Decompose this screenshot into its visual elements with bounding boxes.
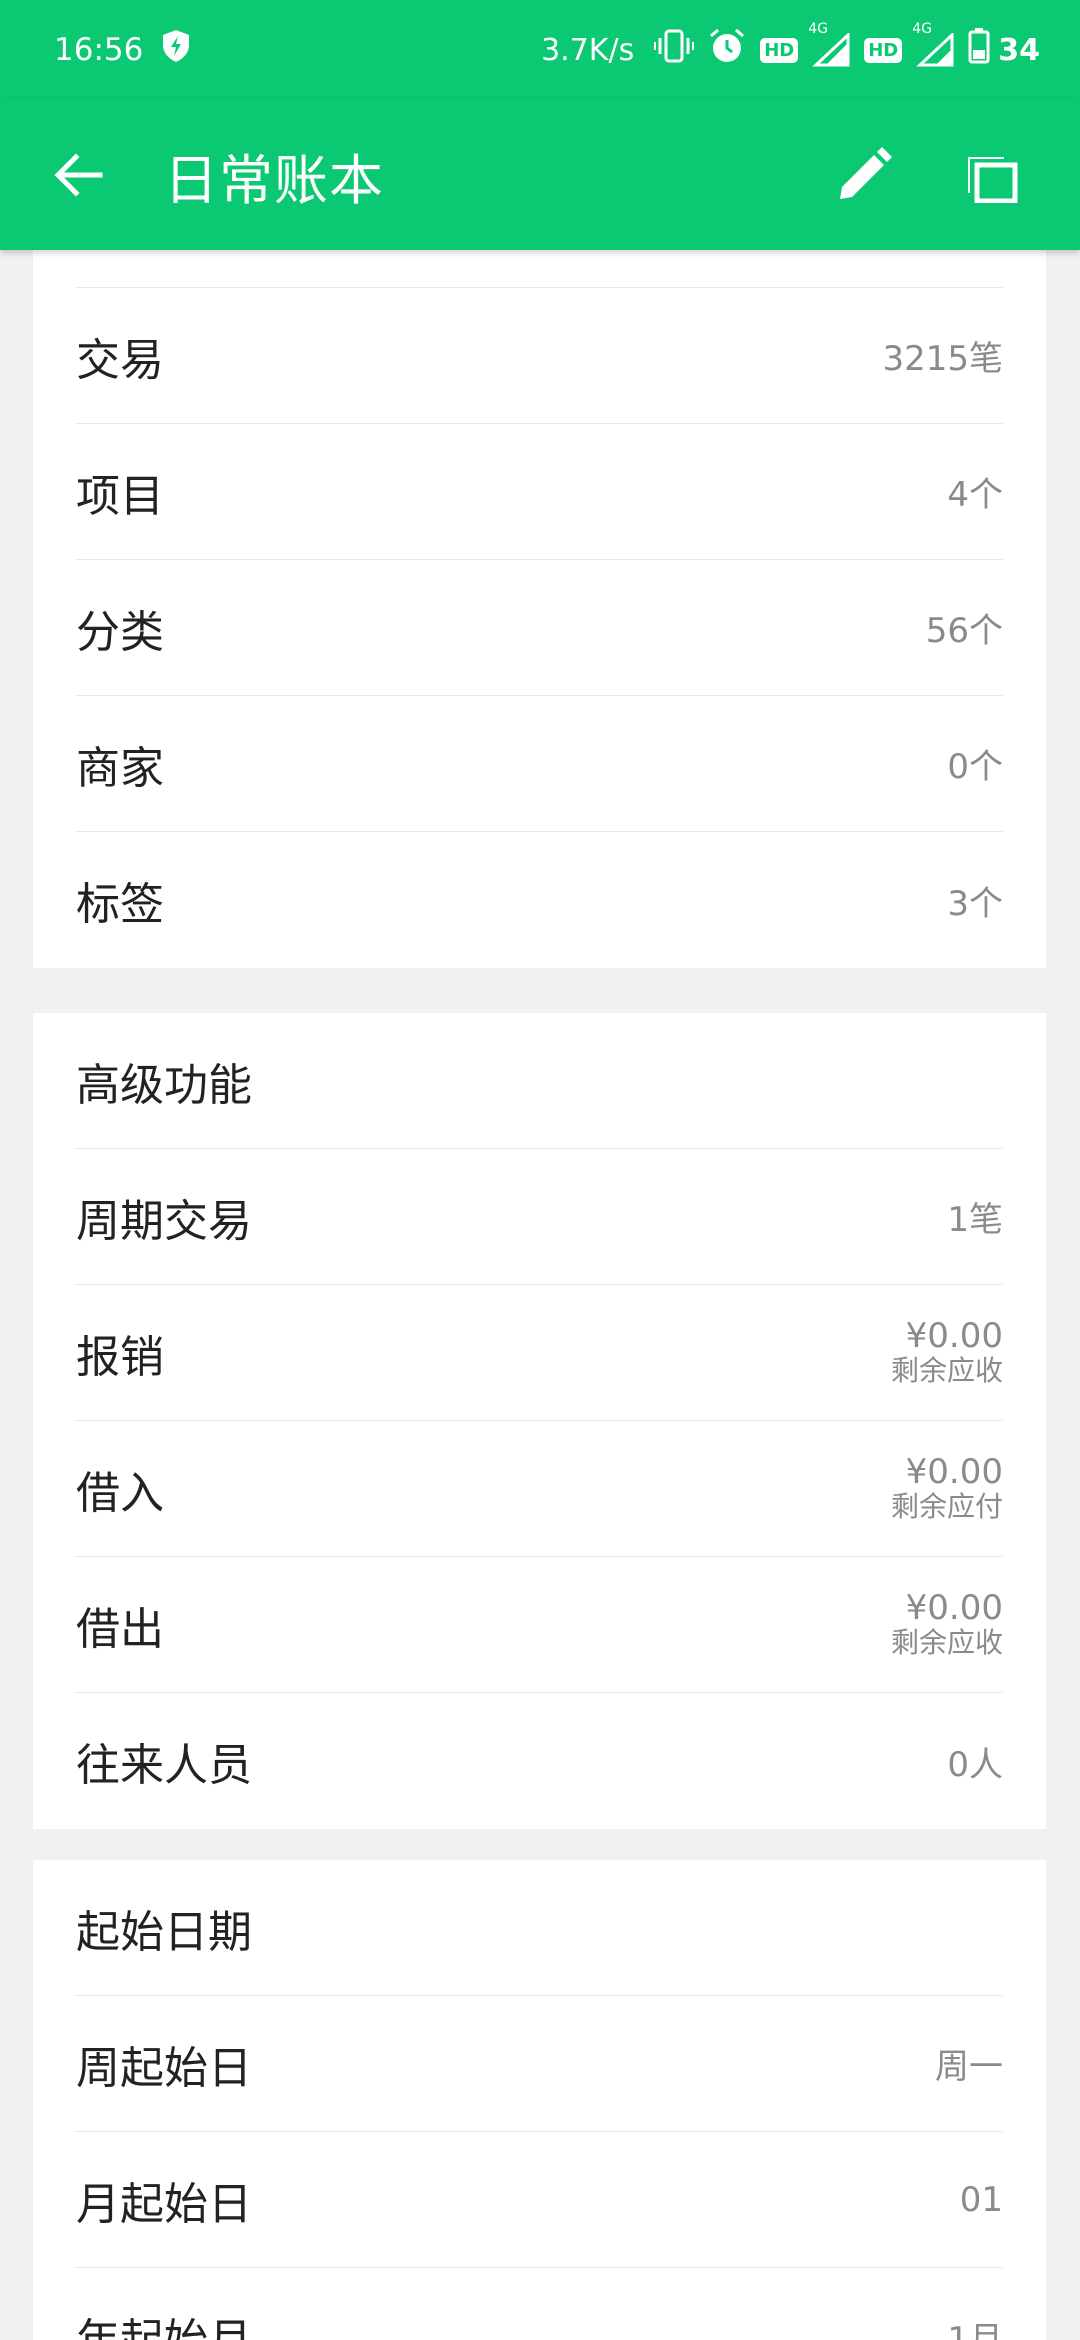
section-title: 起始日期 bbox=[76, 1906, 252, 1958]
network-type-2: 4G bbox=[912, 21, 933, 37]
network-type-1: 4G bbox=[808, 21, 828, 37]
alarm-icon bbox=[708, 27, 746, 73]
battery-icon bbox=[968, 28, 990, 72]
signal-icon: 4G bbox=[808, 21, 850, 67]
back-arrow-icon bbox=[54, 153, 103, 197]
row-label: 报销 bbox=[76, 1331, 164, 1383]
row-value: ¥0.00 剩余应付 bbox=[891, 1454, 1003, 1524]
section-header-advanced: 高级功能 bbox=[76, 1013, 1003, 1149]
row-year-start[interactable]: 年起始月 1月 bbox=[76, 2268, 1003, 2340]
hd-icon: HD bbox=[760, 37, 799, 63]
row-amount: ¥0.00 bbox=[905, 1315, 1003, 1356]
row-tags[interactable]: 标签 3个 bbox=[76, 832, 1003, 968]
row-value: 周一 bbox=[935, 2047, 1003, 2087]
row-subtext: 剩余应收 bbox=[890, 1353, 1003, 1387]
hd-icon-2: HD bbox=[864, 37, 903, 63]
network-speed: 3.7K/s bbox=[541, 32, 635, 68]
row-label: 标签 bbox=[76, 879, 164, 930]
battery-level: 34 bbox=[998, 32, 1040, 68]
row-label: 借出 bbox=[76, 1603, 164, 1655]
advanced-features-card: 高级功能 周期交易 1笔 报销 ¥0.00 剩余应收 借入 ¥0.00 剩余应付… bbox=[33, 1013, 1046, 1829]
row-subtext: 剩余应付 bbox=[890, 1489, 1003, 1523]
status-bar: 16:56 3.7K/s HD 4G HD 4G 34 bbox=[0, 0, 1080, 100]
row-value: ¥0.00 剩余应收 bbox=[891, 1318, 1003, 1388]
hd-badge-2: HD bbox=[864, 37, 903, 63]
status-time: 16:56 bbox=[54, 32, 144, 68]
back-button[interactable] bbox=[46, 143, 110, 207]
ledger-row-partial[interactable]: 账本 bbox=[76, 250, 1003, 288]
row-value: 56个 bbox=[925, 611, 1003, 651]
start-date-card: 起始日期 周起始日 周一 月起始日 01 年起始月 1月 bbox=[33, 1860, 1046, 2340]
row-value: 1笔 bbox=[947, 1200, 1003, 1240]
app-bar: 日常账本 bbox=[0, 100, 1080, 250]
row-amount: ¥0.00 bbox=[905, 1587, 1003, 1628]
row-label: 分类 bbox=[76, 606, 164, 658]
row-label: 周期交易 bbox=[76, 1195, 252, 1247]
row-recurring-transactions[interactable]: 周期交易 1笔 bbox=[76, 1149, 1003, 1285]
row-value: 1月 bbox=[947, 2319, 1003, 2340]
shield-bolt-icon bbox=[161, 29, 191, 71]
row-label: 周起始日 bbox=[76, 2042, 252, 2094]
row-subtext: 剩余应收 bbox=[890, 1625, 1003, 1659]
row-label: 年起始月 bbox=[76, 2304, 252, 2340]
row-value: 4个 bbox=[947, 475, 1003, 515]
row-value: 3215笔 bbox=[882, 339, 1003, 379]
copy-button[interactable] bbox=[952, 135, 1032, 215]
row-label: 往来人员 bbox=[76, 1740, 252, 1791]
row-value: ¥0.00 剩余应收 bbox=[891, 1590, 1003, 1660]
content-scroll[interactable]: 账本 交易 3215笔 项目 4个 分类 56个 商家 0个 标签 3个 高级功… bbox=[0, 250, 1080, 2340]
edit-pencil-icon bbox=[840, 147, 892, 199]
row-label: 交易 bbox=[76, 334, 164, 386]
section-title: 高级功能 bbox=[76, 1059, 252, 1111]
row-label: 月起始日 bbox=[76, 2178, 252, 2230]
row-value: 01 bbox=[959, 2179, 1003, 2220]
row-borrow-in[interactable]: 借入 ¥0.00 剩余应付 bbox=[76, 1421, 1003, 1557]
row-projects[interactable]: 项目 4个 bbox=[76, 424, 1003, 560]
row-merchants[interactable]: 商家 0个 bbox=[76, 696, 1003, 832]
row-label: 账本 bbox=[76, 250, 164, 252]
row-categories[interactable]: 分类 56个 bbox=[76, 560, 1003, 696]
copy-icon bbox=[968, 157, 1018, 203]
row-transactions[interactable]: 交易 3215笔 bbox=[76, 288, 1003, 424]
row-week-start[interactable]: 周起始日 周一 bbox=[76, 1996, 1003, 2132]
edit-button[interactable] bbox=[824, 135, 904, 215]
row-label: 商家 bbox=[76, 742, 164, 794]
row-amount: ¥0.00 bbox=[905, 1451, 1003, 1492]
vibrate-icon bbox=[654, 29, 695, 71]
row-value: 0人 bbox=[947, 1744, 1003, 1785]
row-label: 项目 bbox=[76, 470, 164, 522]
page-title: 日常账本 bbox=[164, 148, 384, 212]
section-header-start-date: 起始日期 bbox=[76, 1860, 1003, 1996]
row-reimbursement[interactable]: 报销 ¥0.00 剩余应收 bbox=[76, 1285, 1003, 1421]
hd-badge-1: HD bbox=[760, 37, 799, 63]
row-month-start[interactable]: 月起始日 01 bbox=[76, 2132, 1003, 2268]
row-contacts[interactable]: 往来人员 0人 bbox=[76, 1693, 1003, 1829]
ledger-stats-card: 账本 交易 3215笔 项目 4个 分类 56个 商家 0个 标签 3个 bbox=[33, 250, 1046, 968]
row-value: 3个 bbox=[947, 883, 1003, 924]
row-label: 借入 bbox=[76, 1467, 164, 1519]
row-lend-out[interactable]: 借出 ¥0.00 剩余应收 bbox=[76, 1557, 1003, 1693]
row-value: 0个 bbox=[947, 747, 1003, 787]
signal-icon-2: 4G bbox=[912, 21, 954, 67]
